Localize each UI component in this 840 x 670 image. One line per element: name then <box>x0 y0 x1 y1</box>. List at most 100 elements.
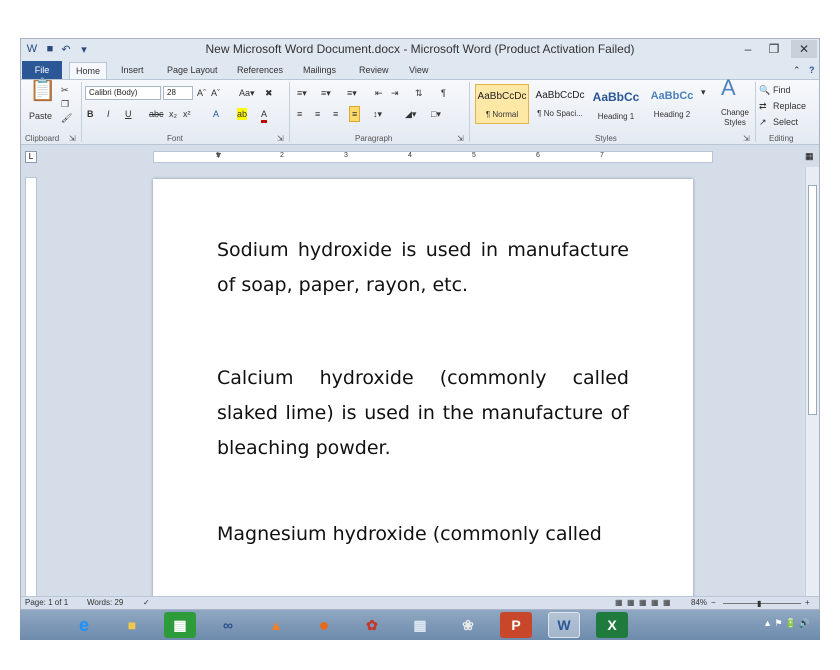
powerpoint-icon[interactable]: P <box>500 612 532 638</box>
numbering-icon[interactable]: ≡▾ <box>321 87 331 99</box>
grow-font-icon[interactable]: Aˆ <box>197 87 206 99</box>
shrink-font-icon[interactable]: Aˇ <box>211 87 220 99</box>
restore-button[interactable]: ❐ <box>761 40 787 58</box>
multilevel-list-icon[interactable]: ≡▾ <box>347 87 357 99</box>
line-spacing-icon[interactable]: ↕▾ <box>373 108 382 120</box>
font-launcher-icon[interactable]: ⇲ <box>277 134 284 143</box>
paint-palette-icon[interactable]: ❀ <box>452 612 484 638</box>
styles-scroll-icon[interactable]: ▾ <box>701 86 706 98</box>
font-name-combo[interactable]: Calibri (Body) <box>85 86 161 100</box>
internet-explorer-icon[interactable]: e <box>68 612 100 638</box>
show-formatting-icon[interactable]: ¶ <box>441 87 446 99</box>
paint-icon[interactable]: ✿ <box>356 612 388 638</box>
style-heading-1[interactable]: AaBbCc Heading 1 <box>589 84 643 124</box>
style-heading-2[interactable]: AaBbCc Heading 2 <box>645 84 699 124</box>
bullets-icon[interactable]: ≡▾ <box>297 87 307 99</box>
subscript-icon[interactable]: x₂ <box>169 108 177 120</box>
word-taskbar-icon[interactable]: W <box>548 612 580 638</box>
font-color-icon[interactable]: A <box>261 108 268 123</box>
style-no-spacing[interactable]: AaBbCcDc ¶ No Spaci... <box>533 84 587 124</box>
minimize-button[interactable]: – <box>735 40 761 58</box>
copy-icon[interactable]: ❐ <box>61 98 69 110</box>
cut-icon[interactable]: ✂ <box>61 84 69 96</box>
tab-view[interactable]: View <box>403 62 434 79</box>
change-case-icon[interactable]: Aa▾ <box>239 87 255 99</box>
strikethrough-icon[interactable]: abc <box>149 108 164 120</box>
page-count[interactable]: Page: 1 of 1 <box>25 597 68 609</box>
decrease-indent-icon[interactable]: ⇤ <box>375 87 383 99</box>
tab-home[interactable]: Home <box>69 62 108 79</box>
zoom-level[interactable]: 84% <box>691 597 707 609</box>
increase-indent-icon[interactable]: ⇥ <box>391 87 399 99</box>
select-icon[interactable]: ↗ <box>759 116 767 128</box>
shading-icon[interactable]: ◢▾ <box>405 108 416 120</box>
zoom-slider[interactable] <box>723 603 801 604</box>
draft-icon[interactable]: ▦ <box>663 597 671 609</box>
indent-marker-icon[interactable]: ▼ <box>214 150 223 160</box>
find-button[interactable]: Find <box>773 84 791 96</box>
text-effects-icon[interactable]: A <box>213 108 219 120</box>
superscript-icon[interactable]: x² <box>183 108 191 120</box>
outline-icon[interactable]: ▦ <box>651 597 659 609</box>
tab-insert[interactable]: Insert <box>115 62 150 79</box>
sort-icon[interactable]: ⇅ <box>415 87 423 99</box>
underline-icon[interactable]: U <box>125 108 132 120</box>
align-left-icon[interactable]: ≡ <box>297 108 302 120</box>
paragraph-1[interactable]: Sodium hydroxide is used in manufacture … <box>217 233 629 303</box>
borders-icon[interactable]: □▾ <box>431 108 441 120</box>
scrollbar-thumb[interactable] <box>808 185 817 415</box>
tab-page-layout[interactable]: Page Layout <box>161 62 224 79</box>
justify-icon[interactable]: ≡ <box>349 106 361 122</box>
styles-launcher-icon[interactable]: ⇲ <box>743 134 750 143</box>
tab-review[interactable]: Review <box>353 62 395 79</box>
format-painter-icon[interactable]: 🖌 <box>61 112 72 124</box>
word-count[interactable]: Words: 29 <box>87 597 123 609</box>
close-button[interactable]: ✕ <box>791 40 817 58</box>
paragraph-2[interactable]: Calcium hydroxide (commonly called slake… <box>217 361 629 466</box>
change-styles-icon[interactable]: A <box>721 77 736 99</box>
system-tray[interactable]: ▲ ⚑ 🔋 🔊 <box>763 618 810 629</box>
font-size-combo[interactable]: 28 <box>163 86 193 100</box>
print-layout-icon[interactable]: ▦ <box>615 597 623 609</box>
excel-icon[interactable]: X <box>596 612 628 638</box>
align-center-icon[interactable]: ≡ <box>315 108 320 120</box>
clear-formatting-icon[interactable]: ✖ <box>265 87 273 99</box>
horizontal-ruler[interactable]: 1 2 3 4 5 6 7 ▼ <box>153 150 713 163</box>
paste-button[interactable]: Paste <box>29 110 52 122</box>
bold-icon[interactable]: B <box>87 108 94 120</box>
find-icon[interactable]: 🔍 <box>759 84 770 96</box>
ruler-number: 2 <box>280 152 284 159</box>
web-layout-icon[interactable]: ▦ <box>639 597 647 609</box>
vertical-scrollbar[interactable] <box>805 167 819 599</box>
replace-button[interactable]: Replace <box>773 100 806 112</box>
vertical-ruler[interactable] <box>25 177 37 597</box>
firefox-icon[interactable]: ● <box>308 612 340 638</box>
zoom-in-icon[interactable]: + <box>805 597 810 609</box>
title-bar: W ■ ↶ ▾ New Microsoft Word Document.docx… <box>21 39 819 61</box>
vlc-icon[interactable]: ▲ <box>260 612 292 638</box>
proofing-icon[interactable]: ✓ <box>143 597 150 609</box>
style-normal[interactable]: AaBbCcDc ¶ Normal <box>475 84 529 124</box>
tab-references[interactable]: References <box>231 62 289 79</box>
help-icon[interactable]: ? <box>803 62 819 79</box>
paragraph-3[interactable]: Magnesium hydroxide (commonly called <box>217 517 629 552</box>
tab-selector[interactable]: L <box>25 151 37 163</box>
zoom-slider-thumb[interactable]: ▮ <box>757 598 761 609</box>
calculator-icon[interactable]: ▦ <box>404 612 436 638</box>
infinity-app-icon[interactable]: ∞ <box>212 612 244 638</box>
replace-icon[interactable]: ⇄ <box>759 100 767 112</box>
change-styles-button[interactable]: Change Styles <box>715 108 755 128</box>
zoom-out-icon[interactable]: − <box>711 597 716 609</box>
paragraph-launcher-icon[interactable]: ⇲ <box>457 134 464 143</box>
tab-mailings[interactable]: Mailings <box>297 62 342 79</box>
full-screen-reading-icon[interactable]: ▦ <box>627 597 635 609</box>
highlight-icon[interactable]: ab <box>237 108 248 120</box>
store-icon[interactable]: ▦ <box>164 612 196 638</box>
select-button[interactable]: Select <box>773 116 798 128</box>
view-ruler-icon[interactable]: ▦ <box>805 151 817 163</box>
document-page[interactable]: Sodium hydroxide is used in manufacture … <box>153 179 693 599</box>
file-explorer-icon[interactable]: ■ <box>116 612 148 638</box>
clipboard-launcher-icon[interactable]: ⇲ <box>69 134 76 143</box>
italic-icon[interactable]: I <box>107 108 110 120</box>
align-right-icon[interactable]: ≡ <box>333 108 338 120</box>
